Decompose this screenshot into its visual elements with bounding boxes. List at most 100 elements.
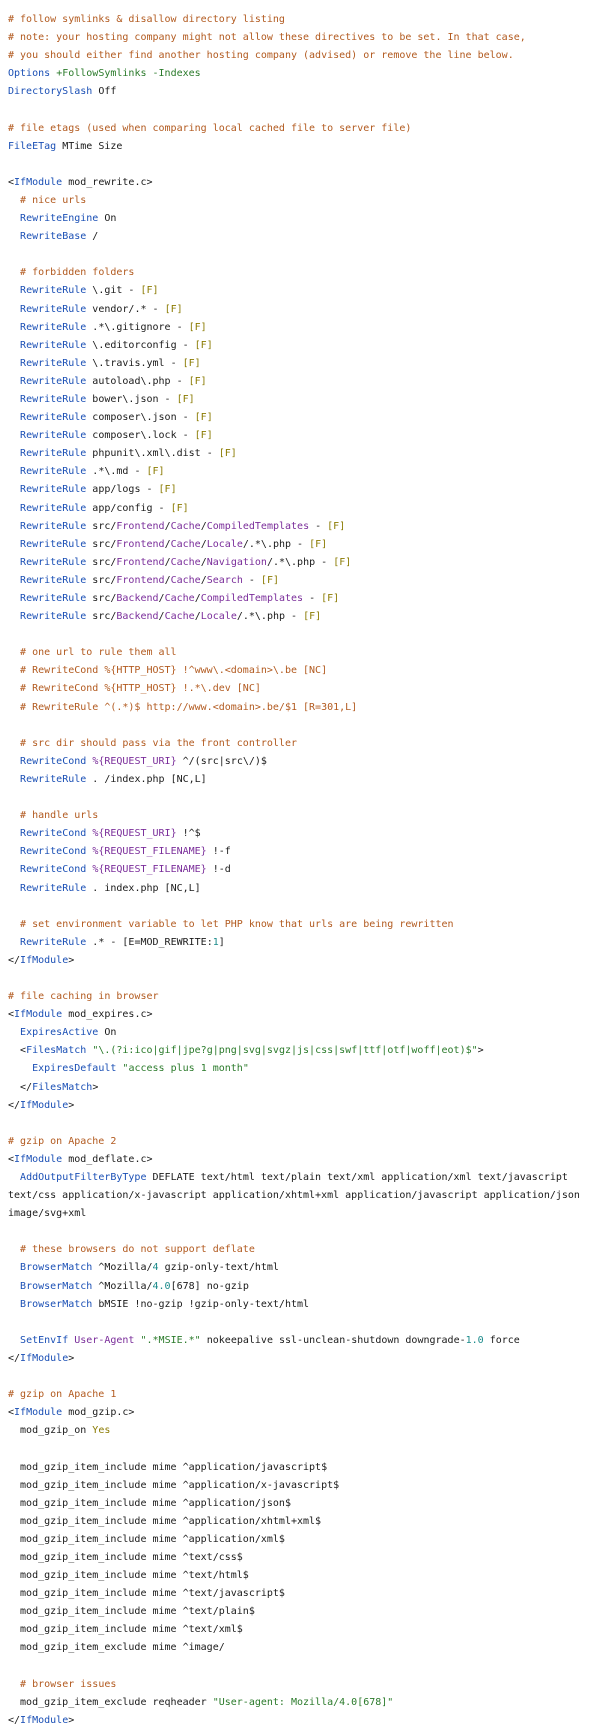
plain-token: composer\.json -: [86, 412, 195, 424]
code-line: DirectorySlash Off: [8, 83, 592, 101]
plain-token: >: [68, 1352, 75, 1364]
plain-token: mod_gzip_item_include mime ^application/…: [8, 1515, 322, 1527]
comment-token: # file caching in browser: [8, 991, 159, 1003]
code-line: image/svg+xml: [8, 1205, 592, 1223]
code-line: RewriteRule app/logs - [F]: [8, 481, 592, 499]
directive-token: ExpiresActive: [20, 1027, 99, 1039]
plain-token: /.*\.php -: [236, 611, 304, 623]
plain-token: >: [92, 1081, 99, 1093]
flag-token: [F]: [327, 520, 346, 532]
plain-token: vendor/.* -: [86, 303, 165, 315]
variable-token: CompiledTemplates: [206, 520, 310, 532]
plain-token: [678] no-gzip: [170, 1280, 249, 1292]
code-line: mod_gzip_item_include mime ^application/…: [8, 1495, 592, 1513]
plain-token: .*\.md -: [86, 466, 147, 478]
flag-token: [F]: [164, 303, 183, 315]
variable-token: %{REQUEST_URI}: [92, 755, 177, 767]
variable-token: Cache: [170, 574, 201, 586]
code-line: text/css application/x-javascript applic…: [8, 1187, 592, 1205]
variable-token: Frontend: [116, 574, 165, 586]
directive-token: RewriteRule: [20, 466, 87, 478]
code-line: # RewriteCond %{HTTP_HOST} !^www\.<domai…: [8, 662, 592, 680]
code-line: # forbidden folders: [8, 264, 592, 282]
number-token: 4.0: [152, 1280, 171, 1292]
code-line: mod_gzip_item_include mime ^application/…: [8, 1513, 592, 1531]
code-line: mod_gzip_item_exclude mime ^image/: [8, 1639, 592, 1657]
directive-token: RewriteRule: [20, 412, 87, 424]
directive-token: RewriteRule: [20, 593, 87, 604]
code-line: # gzip on Apache 1: [8, 1386, 592, 1404]
tag-name-token: IfModule: [14, 1407, 63, 1419]
code-line: BrowserMatch bMSIE !no-gzip !gzip-only-t…: [8, 1296, 592, 1314]
flag-token: [F]: [194, 412, 213, 424]
code-line: BrowserMatch ^Mozilla/4 gzip-only-text/h…: [8, 1259, 592, 1277]
plain-token: mod_gzip_item_include mime ^text/css$: [8, 1551, 243, 1563]
variable-token: User-Agent: [74, 1334, 135, 1346]
tag-name-token: IfModule: [20, 1099, 69, 1111]
plain-token: mod_gzip_item_include mime ^application/…: [8, 1479, 340, 1491]
plain-token: !^$: [176, 828, 201, 840]
plain-token: On: [98, 1027, 117, 1039]
plain-token: mod_gzip_item_include mime ^application/…: [8, 1461, 328, 1473]
tag-name-token: IfModule: [14, 1009, 63, 1021]
directive-token: RewriteRule: [20, 520, 87, 532]
plain-token: mod_gzip_on: [8, 1425, 93, 1437]
code-line: <IfModule mod_gzip.c>: [8, 1404, 592, 1422]
plain-token: src/: [86, 556, 117, 568]
directive-token: RewriteRule: [20, 357, 87, 369]
variable-token: Cache: [170, 520, 201, 532]
plain-token: src/: [86, 538, 117, 550]
plain-token: <: [8, 1045, 27, 1057]
code-line: RewriteRule vendor/.* - [F]: [8, 301, 592, 319]
code-line: # file caching in browser: [8, 988, 592, 1006]
plain-token: autoload\.php -: [86, 375, 189, 387]
directive-token: RewriteCond: [20, 846, 87, 858]
code-line: RewriteRule \.git - [F]: [8, 282, 592, 300]
variable-token: %{REQUEST_FILENAME}: [92, 846, 207, 858]
code-line: FileETag MTime Size: [8, 138, 592, 156]
plain-token: mod_deflate.c>: [62, 1153, 153, 1165]
plain-token: .*\.gitignore -: [86, 321, 189, 333]
string-token: "\.(?i:ico|gif|jpe?g|png|svg|svgz|js|css…: [92, 1045, 478, 1057]
code-line: mod_gzip_item_include mime ^text/css$: [8, 1549, 592, 1567]
directive-token: RewriteRule: [20, 393, 87, 405]
directive-token: RewriteCond: [20, 755, 87, 767]
code-line: AddOutputFilterByType DEFLATE text/html …: [8, 1169, 592, 1187]
directive-token: RewriteRule: [20, 556, 87, 568]
code-line: RewriteRule src/Backend/Cache/CompiledTe…: [8, 590, 592, 608]
comment-token: # note: your hosting company might not a…: [8, 32, 526, 44]
code-line: </IfModule>: [8, 1712, 592, 1726]
code-line: # src dir should pass via the front cont…: [8, 735, 592, 753]
code-line: # note: your hosting company might not a…: [8, 29, 592, 47]
plain-token: mod_gzip_item_include mime ^text/html$: [8, 1570, 249, 1582]
comment-token: # follow symlinks & disallow directory l…: [8, 14, 285, 25]
plain-token: </: [8, 1352, 21, 1364]
variable-token: %{REQUEST_URI}: [92, 828, 177, 840]
code-line: # browser issues: [8, 1676, 592, 1694]
plain-token: src/: [86, 611, 117, 623]
directive-token: RewriteBase: [20, 231, 87, 243]
plain-token: !-d: [206, 864, 231, 876]
option-token: +FollowSymlinks -Indexes: [56, 68, 201, 80]
variable-token: Locale: [206, 538, 243, 550]
code-line: RewriteEngine On: [8, 210, 592, 228]
tag-name-token: IfModule: [20, 954, 69, 966]
comment-token: # file etags (used when comparing local …: [8, 122, 412, 134]
plain-token: -: [242, 574, 261, 586]
code-line: RewriteRule .* - [E=MOD_REWRITE:1]: [8, 934, 592, 952]
directive-token: RewriteRule: [20, 773, 87, 785]
code-line: RewriteRule phpunit\.xml\.dist - [F]: [8, 445, 592, 463]
code-line: # set environment variable to let PHP kn…: [8, 916, 592, 934]
comment-token: # handle urls: [20, 810, 99, 822]
